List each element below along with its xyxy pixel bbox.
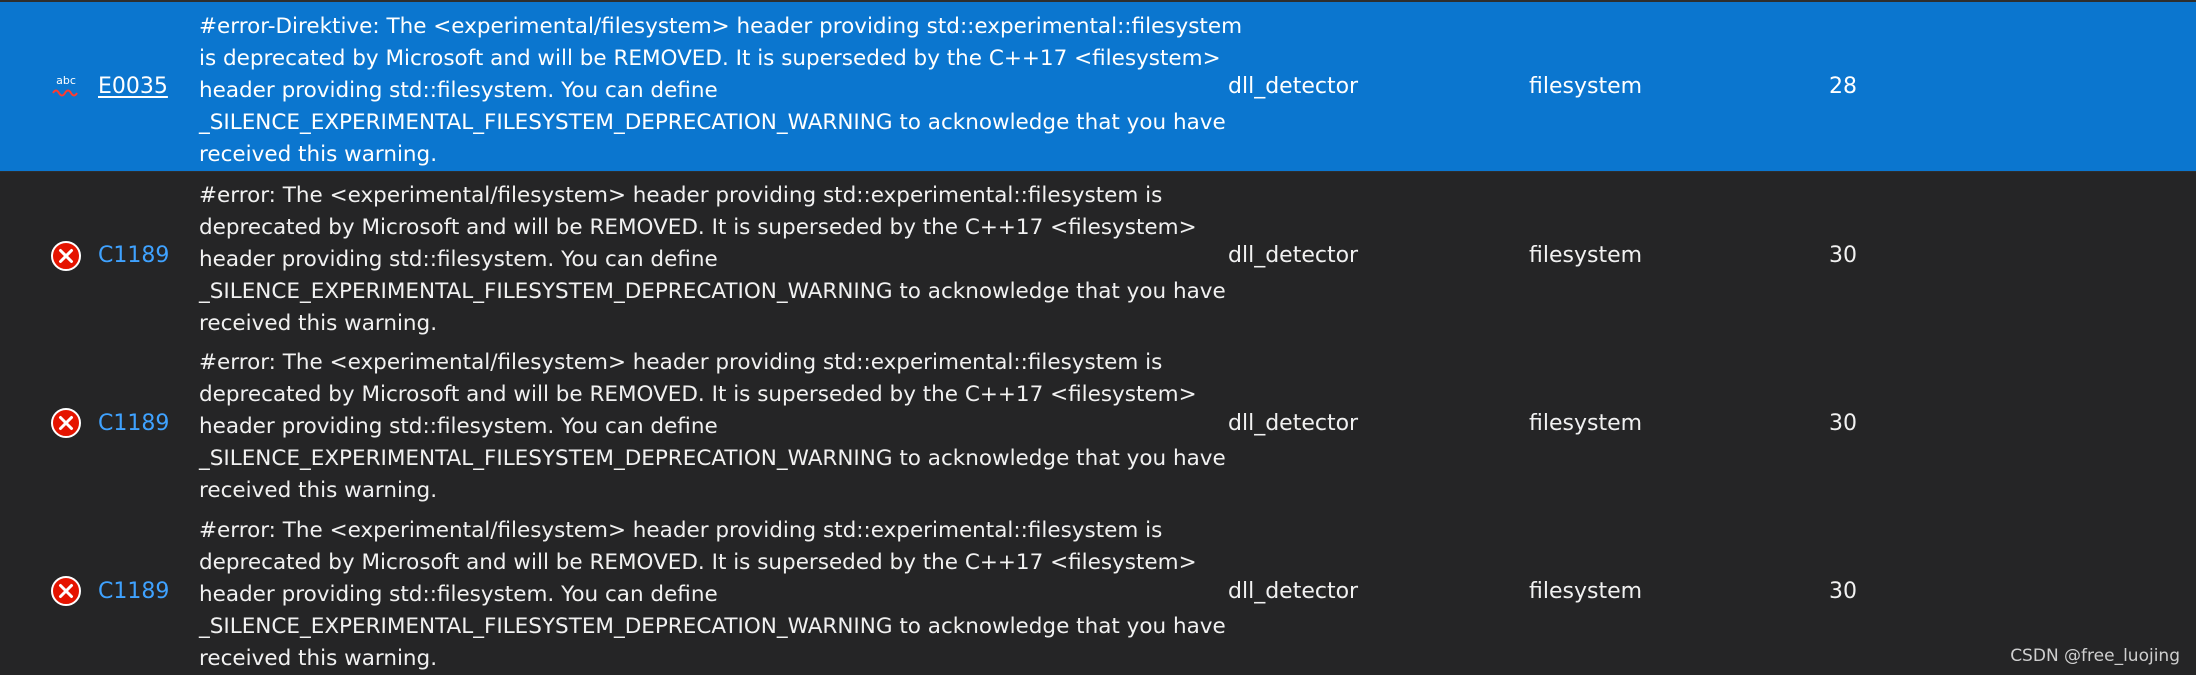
description-line: _SILENCE_EXPERIMENTAL_FILESYSTEM_DEPRECA… <box>199 279 1226 304</box>
description-line: _SILENCE_EXPERIMENTAL_FILESYSTEM_DEPRECA… <box>199 110 1226 135</box>
error-description: #error-Direktive: The <experimental/file… <box>199 11 1243 171</box>
error-icon <box>50 507 82 675</box>
description-line: #error: The <experimental/filesystem> he… <box>199 183 1163 208</box>
table-row[interactable]: C1189 #error: The <experimental/filesyst… <box>0 339 2196 507</box>
error-description: #error: The <experimental/filesystem> he… <box>199 347 1226 507</box>
file-cell: filesystem <box>1529 410 1643 436</box>
description-line: #error: The <experimental/filesystem> he… <box>199 518 1163 543</box>
project-cell: dll_detector <box>1228 74 1359 99</box>
watermark: CSDN @free_luojing <box>2010 646 2180 666</box>
error-code-link[interactable]: C1189 <box>98 339 169 507</box>
description-line: header providing std::filesystem. You ca… <box>199 247 718 272</box>
project-cell: dll_detector <box>1228 410 1359 436</box>
error-icon <box>50 172 82 339</box>
description-line: _SILENCE_EXPERIMENTAL_FILESYSTEM_DEPRECA… <box>199 614 1226 639</box>
description-line: header providing std::filesystem. You ca… <box>199 78 718 103</box>
error-code-link[interactable]: E0035 <box>98 2 168 171</box>
file-cell: filesystem <box>1529 243 1643 268</box>
file-cell: filesystem <box>1529 74 1643 99</box>
line-cell: 28 <box>1829 74 1857 99</box>
description-line: deprecated by Microsoft and will be REMO… <box>199 382 1197 407</box>
error-code-link[interactable]: C1189 <box>98 172 169 339</box>
description-line: received this warning. <box>199 646 438 671</box>
description-line: header providing std::filesystem. You ca… <box>199 414 718 439</box>
description-line: deprecated by Microsoft and will be REMO… <box>199 550 1197 575</box>
table-row[interactable]: C1189 #error: The <experimental/filesyst… <box>0 507 2196 675</box>
description-line: deprecated by Microsoft and will be REMO… <box>199 215 1197 240</box>
description-line: _SILENCE_EXPERIMENTAL_FILESYSTEM_DEPRECA… <box>199 446 1226 471</box>
project-cell: dll_detector <box>1228 243 1359 268</box>
file-cell: filesystem <box>1529 578 1643 604</box>
table-row[interactable]: C1189 #error: The <experimental/filesyst… <box>0 171 2196 339</box>
line-cell: 30 <box>1829 243 1857 268</box>
description-line: #error: The <experimental/filesystem> he… <box>199 350 1163 375</box>
description-line: header providing std::filesystem. You ca… <box>199 582 718 607</box>
error-description: #error: The <experimental/filesystem> he… <box>199 180 1226 340</box>
spellcheck-abc-icon: abc <box>50 2 82 171</box>
line-cell: 30 <box>1829 578 1857 604</box>
error-code-link[interactable]: C1189 <box>98 507 169 675</box>
error-description: #error: The <experimental/filesystem> he… <box>199 515 1226 675</box>
table-row[interactable]: abc E0035 #error-Direktive: The <experim… <box>0 0 2196 171</box>
description-line: received this warning. <box>199 478 438 503</box>
description-line: is deprecated by Microsoft and will be R… <box>199 46 1221 71</box>
description-line: #error-Direktive: The <experimental/file… <box>199 14 1243 39</box>
description-line: received this warning. <box>199 311 438 336</box>
description-line: received this warning. <box>199 142 438 167</box>
project-cell: dll_detector <box>1228 578 1359 604</box>
line-cell: 30 <box>1829 410 1857 436</box>
svg-text:abc: abc <box>56 74 76 87</box>
error-icon <box>50 339 82 507</box>
error-list-table: abc E0035 #error-Direktive: The <experim… <box>0 0 2196 675</box>
